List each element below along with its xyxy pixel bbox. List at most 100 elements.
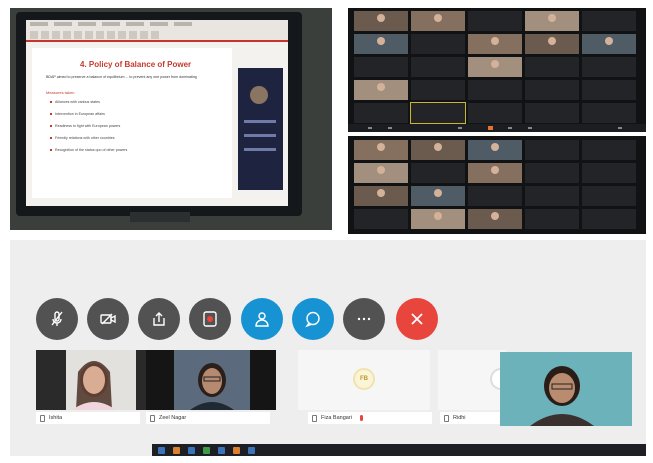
taskbar-app-icon[interactable] xyxy=(188,446,195,454)
chat-button[interactable] xyxy=(292,298,334,340)
gallery-tile[interactable] xyxy=(354,186,408,206)
gallery-tile[interactable] xyxy=(411,80,465,100)
presenter-face xyxy=(250,86,268,104)
participant-face xyxy=(377,143,385,151)
gallery-tile[interactable] xyxy=(354,140,408,160)
monitor-stand xyxy=(130,212,190,222)
participant-face xyxy=(491,37,499,45)
participant-face xyxy=(548,37,556,45)
gallery-top xyxy=(348,8,646,132)
taskbar-app-icon[interactable] xyxy=(248,446,255,454)
slide-bullets: Alliances with various states Interventi… xyxy=(50,100,220,160)
gallery-tile[interactable] xyxy=(582,209,636,229)
gallery-tile[interactable] xyxy=(582,80,636,100)
slide-bullet: Recognition of the status quo of other p… xyxy=(50,148,220,152)
gallery-tile[interactable] xyxy=(582,11,636,31)
slide-intro: BDAP aimed to preserve a balance of equi… xyxy=(46,75,197,79)
device-icon xyxy=(312,414,317,422)
participant-name: Zeel Nagar xyxy=(159,415,187,421)
gallery-tile[interactable] xyxy=(525,140,579,160)
close-icon xyxy=(411,313,423,325)
gallery-tile[interactable] xyxy=(354,209,408,229)
gallery-tile[interactable] xyxy=(411,163,465,183)
participant-face xyxy=(434,212,442,220)
slide-bullet: Alliances with various states xyxy=(50,100,220,104)
gallery-tile[interactable] xyxy=(468,103,522,123)
participant-avatar: FB xyxy=(353,368,375,390)
gallery-tile[interactable] xyxy=(525,186,579,206)
taskbar-app-icon[interactable] xyxy=(233,446,240,454)
gallery-tile[interactable] xyxy=(411,57,465,77)
record-icon xyxy=(203,311,217,327)
participant-face xyxy=(377,189,385,197)
participant-face xyxy=(377,83,385,91)
gallery-tile[interactable] xyxy=(525,11,579,31)
gallery-tile[interactable] xyxy=(354,11,408,31)
gallery-tile[interactable] xyxy=(354,57,408,77)
participant-face xyxy=(491,212,499,220)
participant-tile[interactable] xyxy=(438,350,512,410)
share-button[interactable] xyxy=(138,298,180,340)
gallery-tile[interactable] xyxy=(525,103,579,123)
gallery-tile[interactable] xyxy=(354,34,408,54)
taskbar-app-icon[interactable] xyxy=(173,446,180,454)
participant-face xyxy=(377,166,385,174)
end-call-button[interactable] xyxy=(396,298,438,340)
gallery-tile[interactable] xyxy=(468,34,522,54)
gallery-tile[interactable] xyxy=(410,102,466,124)
gallery-tile[interactable] xyxy=(354,103,408,123)
participant-face xyxy=(377,37,385,45)
presenter-video xyxy=(238,68,283,190)
gallery-tile[interactable] xyxy=(411,186,465,206)
participants-button[interactable] xyxy=(241,298,283,340)
participant-tile[interactable] xyxy=(36,350,146,410)
gallery-tile[interactable] xyxy=(582,34,636,54)
participant-tile[interactable]: FB xyxy=(298,350,430,410)
slide: 4. Policy of Balance of Power BDAP aimed… xyxy=(32,48,232,198)
gallery-tile[interactable] xyxy=(354,163,408,183)
participant-label: Zeel Nagar xyxy=(146,412,270,424)
gallery-tile[interactable] xyxy=(468,140,522,160)
participant-face xyxy=(491,143,499,151)
gallery-tile[interactable] xyxy=(468,80,522,100)
participant-face xyxy=(548,14,556,22)
slide-photo: 4. Policy of Balance of Power BDAP aimed… xyxy=(10,8,332,230)
participant-label: Ridhi xyxy=(440,412,506,424)
gallery-tile[interactable] xyxy=(525,163,579,183)
gallery-tile[interactable] xyxy=(411,11,465,31)
mic-off-icon xyxy=(51,311,63,326)
gallery-tile[interactable] xyxy=(525,80,579,100)
gallery-tile[interactable] xyxy=(468,186,522,206)
camera-button[interactable] xyxy=(87,298,129,340)
taskbar-app-icon[interactable] xyxy=(158,446,165,454)
gallery-tile[interactable] xyxy=(468,209,522,229)
mic-muted-icon xyxy=(359,415,363,421)
gallery-tile[interactable] xyxy=(525,57,579,77)
record-button[interactable] xyxy=(189,298,231,340)
gallery-tile[interactable] xyxy=(582,186,636,206)
taskbar-app-icon[interactable] xyxy=(218,446,225,454)
gallery-tile[interactable] xyxy=(582,57,636,77)
gallery-tile[interactable] xyxy=(582,140,636,160)
gallery-tile[interactable] xyxy=(525,34,579,54)
participant-face xyxy=(377,14,385,22)
gallery-tile[interactable] xyxy=(468,11,522,31)
mic-button[interactable] xyxy=(36,298,78,340)
gallery-tile[interactable] xyxy=(411,209,465,229)
participant-face xyxy=(434,189,442,197)
self-view-video[interactable] xyxy=(500,352,632,426)
gallery-tile[interactable] xyxy=(525,209,579,229)
participant-tile[interactable] xyxy=(146,350,276,410)
taskbar-app-icon[interactable] xyxy=(203,446,210,454)
gallery-tile[interactable] xyxy=(354,80,408,100)
gallery-tile[interactable] xyxy=(468,57,522,77)
more-icon xyxy=(357,317,371,321)
more-button[interactable] xyxy=(343,298,385,340)
gallery-tile[interactable] xyxy=(411,34,465,54)
gallery-tile[interactable] xyxy=(582,103,636,123)
gallery-tile[interactable] xyxy=(411,140,465,160)
gallery-tile[interactable] xyxy=(582,163,636,183)
participant-strip: Ishita Zeel Nagar FB Fiza Bangari Ridhi xyxy=(36,350,512,424)
gallery-tile[interactable] xyxy=(468,163,522,183)
record-indicator xyxy=(488,126,493,130)
